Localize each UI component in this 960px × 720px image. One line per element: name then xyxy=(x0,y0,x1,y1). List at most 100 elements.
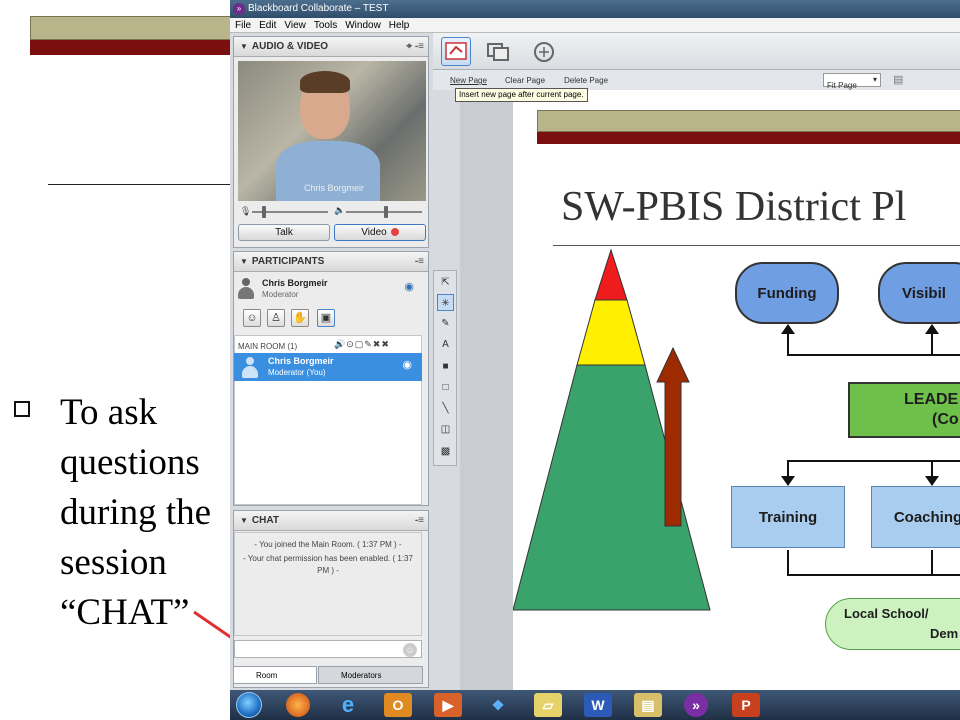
chat-input[interactable]: ☺ xyxy=(234,640,422,658)
zoom-select[interactable]: Fit Page ▾ xyxy=(823,73,881,90)
powerpoint-icon[interactable]: P xyxy=(732,693,760,717)
web-tour-icon[interactable] xyxy=(529,37,559,66)
visibility-node: Visibil xyxy=(878,262,960,324)
video-person-hair xyxy=(300,71,350,93)
whiteboard-icon[interactable] xyxy=(441,37,471,66)
rect-tool-icon[interactable]: □ xyxy=(437,379,454,396)
slide-header-bar xyxy=(30,16,260,40)
emoticon-icon[interactable]: ☺ xyxy=(243,309,261,327)
slide-divider xyxy=(48,184,238,185)
local-school-sublabel: Dem xyxy=(930,626,959,641)
clear-page-button[interactable]: Clear Page xyxy=(505,76,545,85)
media-player-icon[interactable]: ▶ xyxy=(434,693,462,717)
menu-help[interactable]: Help xyxy=(389,18,410,32)
participant-role: Moderator (You) xyxy=(268,368,326,377)
internet-explorer-icon[interactable]: e xyxy=(334,693,362,717)
window-title: Blackboard Collaborate – TEST xyxy=(248,3,389,14)
menu-window[interactable]: Window xyxy=(345,18,381,32)
pointer-tool-icon[interactable]: ✳ xyxy=(437,294,454,311)
chat-message: - Your chat permission has been enabled.… xyxy=(243,554,413,575)
chat-header[interactable]: ▼ CHAT -≡ xyxy=(234,511,428,531)
drawing-tools: ⇱ ✳ ✎ A ■ □ ╲ ◫ ▩ xyxy=(433,270,457,466)
video-name-label: Chris Borgmeir xyxy=(304,183,365,193)
training-node: Training xyxy=(731,486,845,548)
menu-view[interactable]: View xyxy=(284,18,306,32)
current-user-role: Moderator xyxy=(262,290,299,299)
page-list-icon[interactable]: ▤ xyxy=(893,73,903,86)
menu-edit[interactable]: Edit xyxy=(259,18,276,32)
new-page-button[interactable]: New Page xyxy=(450,76,487,85)
funding-node: Funding xyxy=(735,262,839,324)
tab-moderators[interactable]: Moderators xyxy=(318,666,423,684)
collapse-icon[interactable]: ▼ xyxy=(240,257,248,266)
leadership-label: LEADE xyxy=(904,391,959,408)
speaker-slider-knob[interactable] xyxy=(384,206,388,218)
local-school-node: Local School/ Dem xyxy=(825,598,960,650)
collaborate-logo-icon: » xyxy=(233,3,245,15)
taskbar: e O ▶ ❖ ▱ W ▤ » P xyxy=(230,690,960,720)
title-bar: » Blackboard Collaborate – TEST xyxy=(230,0,960,18)
collapse-icon[interactable]: ▼ xyxy=(240,516,248,525)
line-tool-icon[interactable]: ╲ xyxy=(437,400,454,417)
delete-page-button[interactable]: Delete Page xyxy=(564,76,608,85)
slide-title: SW-PBIS District Pl xyxy=(561,184,907,230)
text-tool-icon[interactable]: A xyxy=(437,336,454,353)
menu-tools[interactable]: Tools xyxy=(314,18,337,32)
clip-art-tool-icon[interactable]: ▩ xyxy=(437,443,454,460)
collapse-icon[interactable]: ▼ xyxy=(240,42,248,51)
dropbox-icon[interactable]: ❖ xyxy=(484,693,512,717)
video-record-icon xyxy=(390,228,399,237)
chevron-down-icon: ▾ xyxy=(872,75,877,84)
filled-rect-tool-icon[interactable]: ■ xyxy=(437,358,454,375)
webcam-icon: ◉ xyxy=(404,281,414,293)
emoticon-menu-icon[interactable]: ☺ xyxy=(403,643,417,657)
step-away-icon[interactable]: ♙ xyxy=(267,309,285,327)
current-user-name: Chris Borgmeir xyxy=(262,278,328,288)
activity-icon[interactable]: ▣ xyxy=(317,309,335,327)
room-label: MAIN ROOM (1) xyxy=(238,342,298,351)
audio-video-header[interactable]: ▼ AUDIO & VIDEO ⌖ -≡ xyxy=(234,37,428,57)
mic-slider-knob[interactable] xyxy=(262,206,266,218)
permission-icons[interactable]: 🔊⊙▢✎✖✖ xyxy=(334,339,390,350)
slide-header-bar xyxy=(537,110,960,132)
participant-name: Chris Borgmeir xyxy=(268,356,334,366)
video-feed: Chris Borgmeir xyxy=(238,61,426,201)
microphone-icon: 🎙 xyxy=(240,206,252,216)
growth-arrow-icon xyxy=(656,346,690,527)
panel-menu-icon[interactable]: ⌖ -≡ xyxy=(406,37,424,57)
firefox-icon[interactable] xyxy=(286,693,310,717)
screenshot-tool-icon[interactable]: ◫ xyxy=(437,421,454,438)
audio-video-panel: ▼ AUDIO & VIDEO ⌖ -≡ Chris Borgmeir 🎙 🔈 T… xyxy=(233,36,429,248)
local-school-label: Local School/ xyxy=(844,606,929,621)
coaching-node: Coaching xyxy=(871,486,960,548)
bullet-icon xyxy=(14,401,30,417)
leadership-node: LEADE (Co xyxy=(848,382,960,438)
menu-file[interactable]: File xyxy=(235,18,251,32)
select-tool-icon[interactable]: ⇱ xyxy=(437,274,454,291)
slide-bullet-text: To ask questions during the session “CHA… xyxy=(60,392,212,633)
slide-header-accent xyxy=(30,40,260,55)
speaker-icon: 🔈 xyxy=(334,205,346,215)
webcam-icon: ◉ xyxy=(402,359,412,371)
video-button[interactable]: Video xyxy=(334,224,426,241)
pen-tool-icon[interactable]: ✎ xyxy=(437,315,454,332)
word-icon[interactable]: W xyxy=(584,693,612,717)
participant-row[interactable]: Chris Borgmeir Moderator (You) ◉ xyxy=(234,353,422,381)
volume-sliders: 🎙 🔈 xyxy=(238,205,426,219)
collaborate-taskbar-icon[interactable]: » xyxy=(684,693,708,717)
slide-header-accent xyxy=(537,132,960,144)
start-button[interactable] xyxy=(236,692,262,718)
panel-menu-icon[interactable]: -≡ xyxy=(415,511,424,531)
talk-button[interactable]: Talk xyxy=(238,224,330,241)
raise-hand-icon[interactable]: ✋ xyxy=(291,309,309,327)
panel-menu-icon[interactable]: -≡ xyxy=(415,252,424,272)
tab-room[interactable]: Room xyxy=(233,666,317,684)
whiteboard-toolbar xyxy=(433,33,960,70)
explorer-icon[interactable]: ▤ xyxy=(634,693,662,717)
menu-bar: File Edit View Tools Window Help xyxy=(230,18,960,33)
participants-header[interactable]: ▼ PARTICIPANTS -≡ xyxy=(234,252,428,272)
app-share-icon[interactable] xyxy=(483,37,513,66)
folder-icon[interactable]: ▱ xyxy=(534,693,562,717)
outlook-icon[interactable]: O xyxy=(384,693,412,717)
collaborate-window: » Blackboard Collaborate – TEST File Edi… xyxy=(230,0,960,690)
